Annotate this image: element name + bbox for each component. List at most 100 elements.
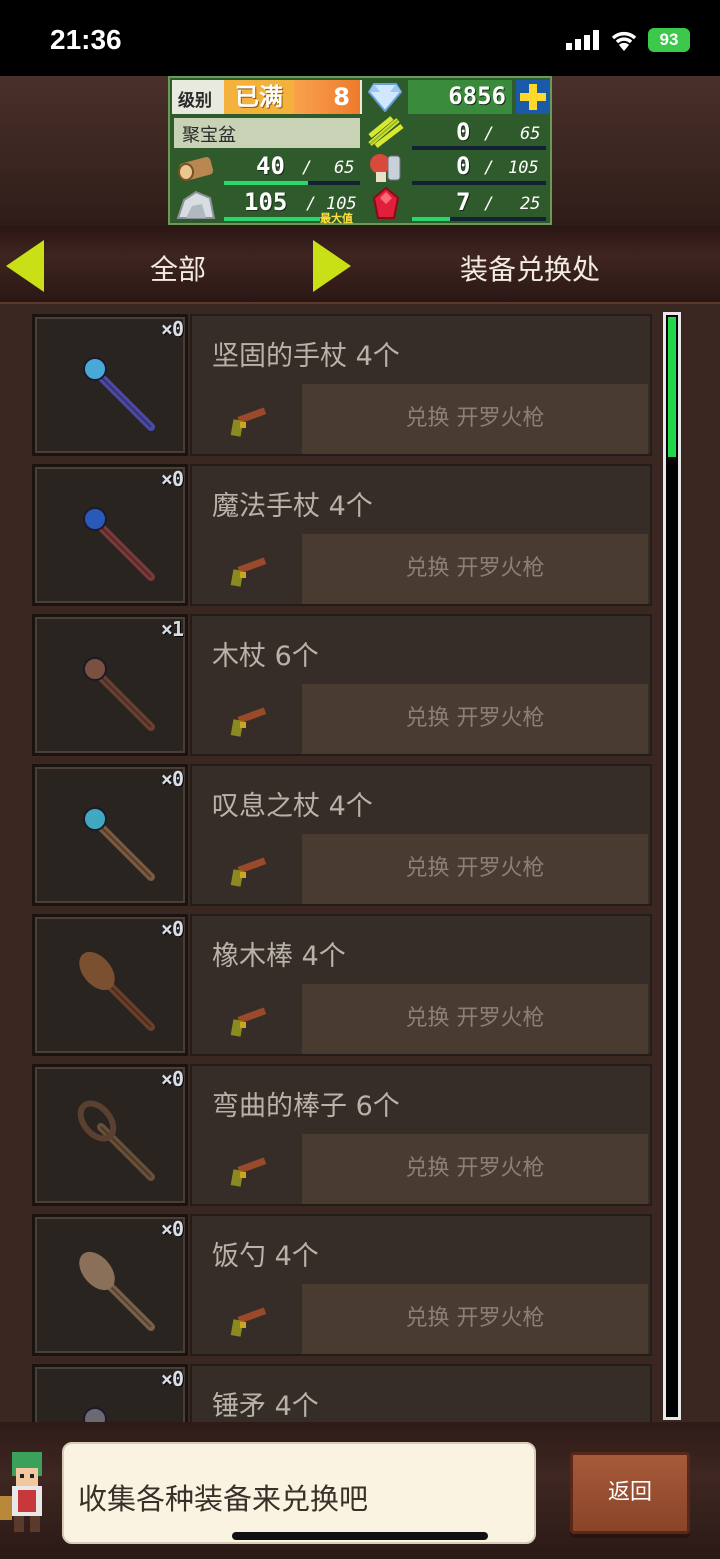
plus-icon (520, 84, 546, 110)
oak-club-icon (79, 951, 155, 1031)
cellular-signal-icon (566, 30, 599, 50)
status-bar: 21:36 93 (0, 0, 720, 76)
meat-icon (370, 154, 401, 182)
item-owned-count: ×0 (160, 317, 184, 341)
flintlock-gun-icon (230, 1157, 267, 1187)
wifi-icon (611, 31, 637, 51)
flintlock-gun-icon (230, 1307, 267, 1337)
food-current: 0 (456, 118, 471, 146)
ore-rock-icon (176, 190, 216, 219)
wood-log-icon (178, 157, 214, 181)
shop-name: 聚宝盆 (182, 125, 236, 146)
wooden-staff-icon (83, 657, 155, 731)
item-icon-slot: ×0 (32, 1214, 188, 1356)
item-icon-slot: ×0 (32, 314, 188, 456)
item-name: 饭勺 4个 (212, 1241, 319, 1272)
level-label: 级别 (178, 91, 212, 111)
gems-value: 6856 (448, 82, 506, 110)
meat-box: 0 / 105 (408, 150, 550, 186)
exchange-button[interactable]: 兑换 开罗火枪 (302, 1284, 648, 1354)
item-detail: 饭勺 4个 兑换 开罗火枪 (190, 1214, 652, 1356)
page-title: 装备兑换处 (460, 253, 601, 286)
item-name: 橡木棒 4个 (212, 941, 346, 972)
list-item: ×0 饭勺 4个 兑换 开罗火枪 (30, 1212, 654, 1358)
item-owned-count: ×0 (160, 467, 184, 491)
tab-bar: 全部 装备兑换处 (0, 226, 720, 304)
hint-message: 收集各种装备来兑换吧 (78, 1482, 369, 1516)
prev-category-arrow-icon[interactable] (6, 240, 44, 292)
ore-max-tag: 最大值 (320, 212, 353, 225)
ore-box: 105 / 105 最大值 (222, 186, 362, 225)
item-owned-count: ×0 (160, 917, 184, 941)
flintlock-gun-icon (230, 407, 267, 437)
meat-current: 0 (456, 152, 471, 180)
item-owned-count: ×0 (160, 767, 184, 791)
list-item: ×0 橡木棒 4个 兑换 开罗火枪 (30, 912, 654, 1058)
item-name: 弯曲的棒子 6个 (212, 1091, 400, 1122)
gems-box: 6856 (408, 80, 512, 114)
item-icon-slot: ×0 (32, 1364, 188, 1422)
battery-indicator: 93 (648, 28, 690, 52)
list-item: ×1 木杖 6个 兑换 开罗火枪 (30, 612, 654, 758)
buy-gems-button[interactable] (516, 80, 550, 114)
exchange-button[interactable]: 兑换 开罗火枪 (302, 834, 648, 904)
item-detail: 橡木棒 4个 兑换 开罗火枪 (190, 914, 652, 1056)
flintlock-gun-icon (230, 707, 267, 737)
bent-club-icon (77, 1100, 155, 1181)
level-value: 8 (294, 80, 360, 114)
ruby-icon (372, 186, 400, 219)
list-item: ×0 叹息之杖 4个 兑换 开罗火枪 (30, 762, 654, 908)
exchange-button[interactable]: 兑换 开罗火枪 (302, 384, 648, 454)
home-indicator[interactable] (232, 1532, 488, 1540)
item-name: 叹息之杖 4个 (212, 791, 373, 822)
list-item: ×0 弯曲的棒子 6个 兑换 开罗火枪 (30, 1062, 654, 1208)
ruby-max: 25 (520, 194, 541, 214)
level-status: 已满 (224, 80, 294, 114)
wood-bar (224, 181, 360, 185)
resource-hud: 级别 已满 8 6856 聚宝盆 0 / 65 40 / 65 0 / 105 … (168, 76, 552, 225)
item-name: 坚固的手杖 4个 (212, 341, 400, 372)
item-owned-count: ×0 (160, 1217, 184, 1241)
exchange-button[interactable]: 兑换 开罗火枪 (302, 534, 648, 604)
item-owned-count: ×0 (160, 1067, 184, 1091)
flintlock-gun-icon (230, 557, 267, 587)
item-name: 魔法手杖 4个 (212, 491, 373, 522)
next-category-arrow-icon[interactable] (313, 240, 351, 292)
item-name: 锤矛 4个 (212, 1391, 319, 1422)
sturdy-staff-icon (83, 357, 155, 431)
category-filter-label[interactable]: 全部 (150, 248, 206, 288)
scrollbar[interactable] (663, 312, 681, 1420)
meat-max: 105 (508, 158, 539, 178)
food-max: 65 (520, 124, 541, 144)
back-button[interactable]: 返回 (570, 1452, 690, 1534)
rice-ladle-icon (79, 1251, 155, 1331)
ruby-current: 7 (456, 188, 471, 216)
list-item: ×0 魔法手杖 4个 兑换 开罗火枪 (30, 462, 654, 608)
item-detail: 叹息之杖 4个 兑换 开罗火枪 (190, 764, 652, 906)
sigh-staff-icon (83, 807, 155, 881)
wood-current: 40 (256, 152, 285, 180)
meat-bar (412, 181, 546, 185)
item-owned-count: ×0 (160, 1367, 184, 1391)
status-icons: 93 (566, 28, 690, 52)
item-detail: 弯曲的棒子 6个 兑换 开罗火枪 (190, 1064, 652, 1206)
list-item: ×0 锤矛 4个 兑换 开罗火枪 (30, 1362, 654, 1422)
meat-slash: / (484, 158, 495, 178)
exchange-button[interactable]: 兑换 开罗火枪 (302, 984, 648, 1054)
wood-max: 65 (334, 158, 355, 178)
exchange-button[interactable]: 兑换 开罗火枪 (302, 1134, 648, 1204)
ore-bar (224, 217, 320, 221)
exchange-button[interactable]: 兑换 开罗火枪 (302, 684, 648, 754)
guide-character-avatar (0, 1452, 42, 1532)
hint-speech-bubble: 收集各种装备来兑换吧 (62, 1442, 536, 1544)
item-icon-slot: ×0 (32, 464, 188, 606)
item-detail: 锤矛 4个 兑换 开罗火枪 (190, 1364, 652, 1422)
level-box: 级别 已满 8 (172, 80, 362, 114)
grain-icon (368, 116, 404, 148)
scrollbar-thumb[interactable] (668, 317, 676, 457)
exchange-list[interactable]: ×0 坚固的手杖 4个 兑换 开罗火枪 ×0 魔法手杖 4个 兑换 开罗火枪 ×… (0, 304, 720, 1422)
ruby-bar (412, 217, 546, 221)
item-icon-slot: ×0 (32, 764, 188, 906)
item-icon-slot: ×1 (32, 614, 188, 756)
ruby-box: 7 / 25 (408, 186, 550, 224)
